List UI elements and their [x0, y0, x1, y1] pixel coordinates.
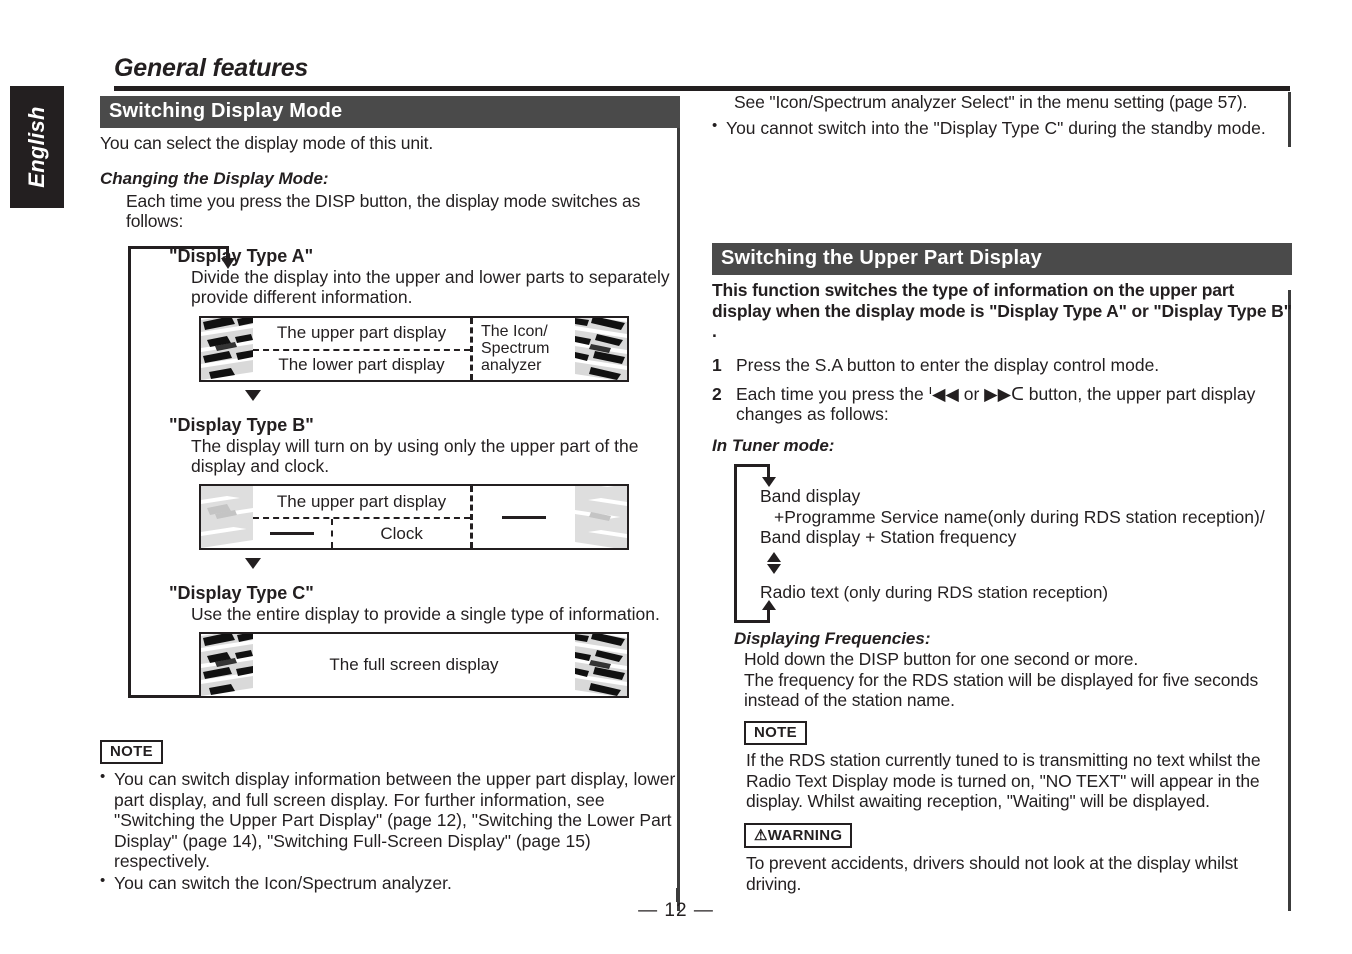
- panel-b-lower-row: Clock: [253, 517, 470, 549]
- panel-b-inner: The upper part display Clock: [253, 486, 575, 549]
- upper-part-steps: 1 Press the S.A button to enter the disp…: [712, 355, 1292, 424]
- step-text: Press the S.A button to enter the displa…: [736, 355, 1160, 376]
- panel-b-upper-label: The upper part display: [276, 491, 447, 511]
- tuner-arrow-down-icon: [762, 477, 776, 488]
- subhead-in-tuner-mode: In Tuner mode:: [712, 436, 835, 456]
- panel-b-hatch-left-icon: [201, 486, 253, 549]
- panel-b-blank-cell: [253, 519, 334, 549]
- display-type-c-desc: Use the entire display to provide a sing…: [191, 604, 660, 625]
- flow-triangle-b-to-c-icon: [245, 558, 261, 570]
- tuner-flow-line-3: Band display + Station frequency: [760, 527, 1017, 548]
- panel-c-full-label: The full screen display: [329, 655, 499, 675]
- language-tab: English: [10, 86, 64, 208]
- tuner-flow-line-2: +Programme Service name(only during RDS …: [774, 506, 1265, 527]
- display-mode-flow: "Display Type A" Divide the display into…: [128, 245, 680, 699]
- panel-c-hatch-right-icon: [575, 634, 627, 697]
- flow-triangle-a-to-b-icon: [245, 389, 261, 401]
- upper-part-intro: This function switches the type of infor…: [712, 280, 1292, 342]
- section-header-switching-upper-part-display: Switching the Upper Part Display: [712, 243, 1292, 276]
- tuner-flow-updown-arrow-icon: [766, 552, 782, 578]
- tuner-arrow-up-icon: [762, 600, 776, 611]
- flow-arrow-down-icon: [221, 257, 235, 269]
- step-text: Each time you press the ᑊ◀◀ or ▶▶ᑕ butto…: [736, 383, 1256, 424]
- note-body-right: If the RDS station currently tuned to is…: [746, 749, 1261, 812]
- panel-hatch-left-icon: [201, 317, 253, 380]
- displaying-frequencies-body: Hold down the DISP button for one second…: [744, 649, 1259, 711]
- panel-b-hatch-right-icon: [575, 486, 627, 549]
- note-item: You can switch the Icon/Spectrum analyze…: [100, 872, 680, 893]
- tuner-flow-line-1: Band display: [760, 486, 861, 507]
- right-column: See "Icon/Spectrum analyzer Select" in t…: [712, 92, 1292, 894]
- warning-badge: ⚠WARNING: [744, 822, 853, 848]
- display-panel-type-b: The upper part display Clock: [199, 484, 629, 551]
- left-column: Switching Display Mode You can select th…: [100, 96, 680, 893]
- panel-c-hatch-left-icon: [201, 634, 253, 697]
- arrow-down-icon: [767, 564, 781, 575]
- subhead-body: Each time you press the DISP button, the…: [126, 190, 641, 232]
- display-type-a-title: "Display Type A": [169, 245, 314, 266]
- panel-b-right-dash-icon: [502, 515, 546, 519]
- page-number: — 12 —: [638, 900, 714, 921]
- panel-a-lower-label: The lower part display: [253, 348, 470, 380]
- panel-a-upper-label: The upper part display: [276, 323, 447, 343]
- continued-note-text: See "Icon/Spectrum analyzer Select" in t…: [734, 92, 1248, 112]
- intro-text: You can select the display mode of this …: [100, 133, 434, 153]
- arrow-up-icon: [767, 552, 781, 563]
- display-panel-type-c: The full screen display: [199, 632, 629, 699]
- subhead-displaying-frequencies: Displaying Frequencies:: [734, 629, 931, 649]
- display-type-a-desc: Divide the display into the upper and lo…: [191, 266, 670, 308]
- display-type-b-desc: The display will turn on by using only t…: [191, 435, 639, 476]
- note-list-left: You can switch display information betwe…: [100, 768, 680, 893]
- panel-hatch-right-icon: [575, 317, 627, 380]
- display-type-b-title: "Display Type B": [169, 414, 314, 435]
- subhead-changing-display-mode: Changing the Display Mode:: [100, 168, 329, 188]
- step-item: 1 Press the S.A button to enter the disp…: [712, 355, 1292, 375]
- note-item: You cannot switch into the "Display Type…: [712, 117, 1292, 138]
- continued-note-list: You cannot switch into the "Display Type…: [712, 117, 1292, 138]
- tuner-flow-radio-text-note: (only during RDS station reception): [838, 583, 1109, 603]
- panel-b-clock-label: Clock: [380, 523, 423, 543]
- panel-b-right-cell: [470, 486, 575, 549]
- step-number: 1: [712, 355, 722, 376]
- tuner-mode-flow: Band display +Programme Service name(onl…: [734, 464, 1292, 624]
- warning-body: To prevent accidents, drivers should not…: [746, 852, 1238, 894]
- tuner-flow-line-4: Radio text (only during RDS station rece…: [760, 582, 1292, 603]
- display-type-c-title: "Display Type C": [169, 583, 314, 604]
- panel-a-icon-spectrum-label: The Icon/Spectrum analyzer: [470, 317, 575, 380]
- display-panel-type-a: The upper part display The lower part di…: [199, 315, 629, 382]
- panel-a-inner: The upper part display The lower part di…: [253, 317, 575, 380]
- step-number: 2: [712, 383, 722, 404]
- panel-c-inner: The full screen display: [253, 634, 575, 696]
- page-title: General features: [114, 54, 309, 82]
- panel-b-dash-mark-icon: [270, 532, 315, 536]
- section-header-switching-display-mode: Switching Display Mode: [100, 96, 680, 128]
- header-rule: [114, 86, 1290, 91]
- step-item: 2 Each time you press the ᑊ◀◀ or ▶▶ᑕ but…: [712, 384, 1292, 425]
- language-tab-label: English: [24, 106, 49, 188]
- note-badge-right: NOTE: [744, 720, 807, 745]
- note-item: You can switch display information betwe…: [100, 768, 680, 871]
- note-badge-left: NOTE: [100, 740, 163, 765]
- manual-page: English General features Switching Displ…: [0, 0, 1352, 954]
